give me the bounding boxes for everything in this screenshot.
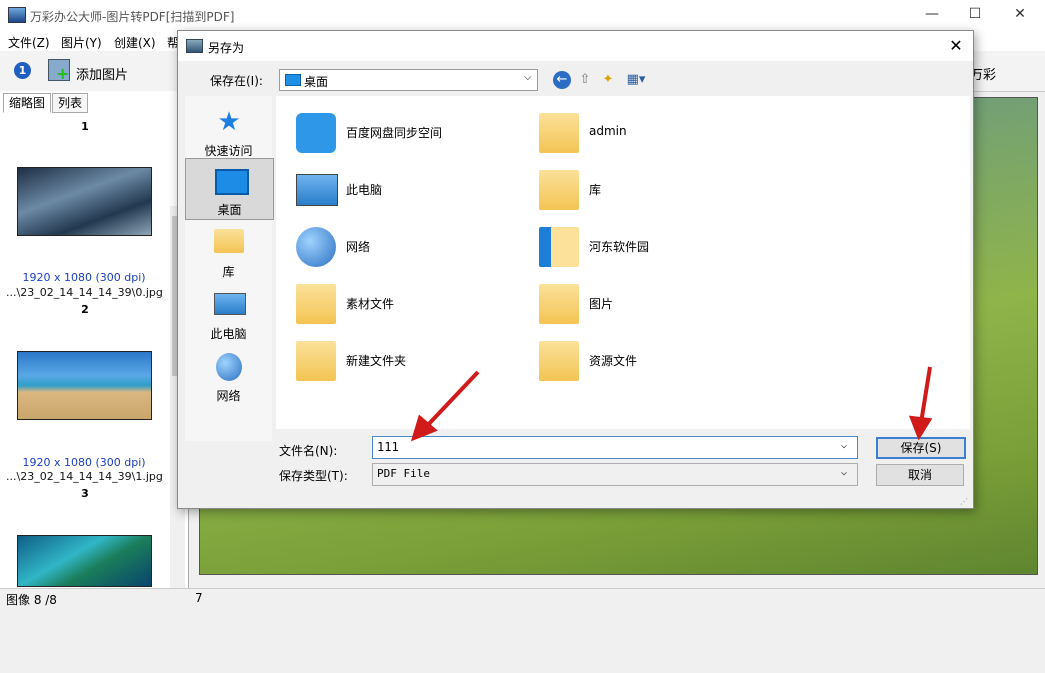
annotation-arrows xyxy=(410,366,933,442)
arrow-to-save xyxy=(919,366,932,424)
arrow-to-filename xyxy=(423,370,480,430)
arrow-head-save xyxy=(908,415,933,441)
